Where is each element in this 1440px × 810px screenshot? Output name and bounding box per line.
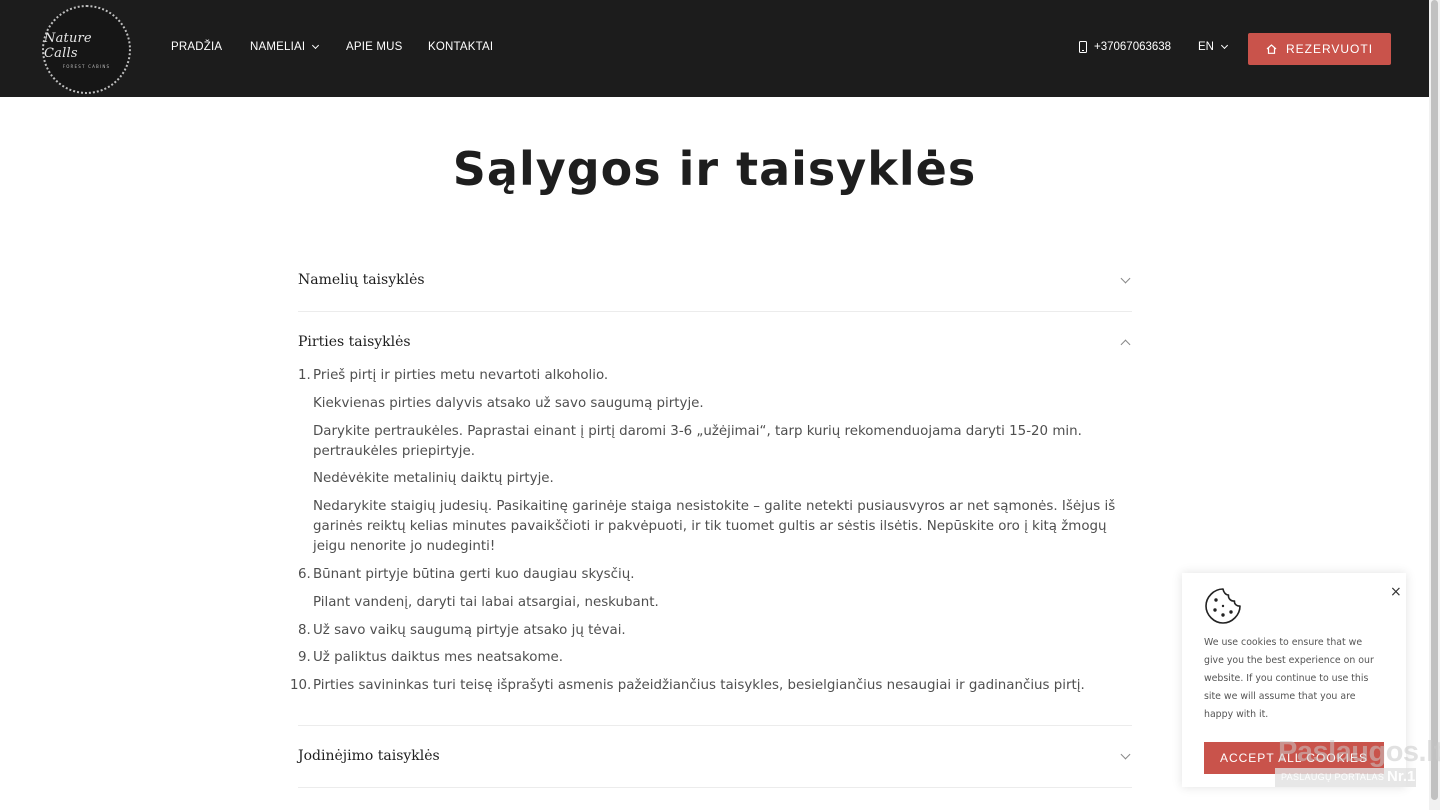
accordion-pirties-taisyklės[interactable]: Pirties taisyklės [298,334,1132,350]
list-number [298,422,313,462]
list-text: Būnant pirtyje būtina gerti kuo daugiau … [313,566,635,582]
scrollbar-thumb[interactable] [1431,0,1438,800]
close-icon[interactable]: × [1390,584,1402,600]
list-text: Nedarykite staigių judesių. Pasikaitinę … [313,499,1116,555]
accordion-header[interactable]: Jodinėjimo taisyklės [298,748,1132,764]
chevron-down-icon [1220,41,1229,49]
logo-title: Nature Calls [44,30,92,61]
list-text: Už savo vaikų saugumą pirtyje atsako jų … [313,622,626,638]
list-number [298,497,313,557]
chevron-down-icon [1120,749,1131,759]
language-label: EN [1198,41,1214,53]
reserve-button[interactable]: REZERVUOTI [1248,33,1391,65]
list-text: Prieš pirtį ir pirties metu nevartoti al… [313,368,609,383]
divider [298,787,1132,788]
scrollbar[interactable] [1429,0,1440,810]
nav-item-label: NAMELIAI [250,41,306,53]
logo[interactable]: Nature Calls FOREST CABINS [42,5,131,94]
chevron-down-icon [312,41,320,49]
cookie-message: We use cookies to ensure that we give yo… [1204,637,1374,720]
list-number: 1. [298,368,311,383]
watermark-subtitle: PASLAUGŲ PORTALAS [1281,772,1385,782]
list-item: Darykite pertraukėles. Paprastai einant … [298,422,1118,462]
list-item: Kiekvienas pirties dalyvis atsako už sav… [298,394,1118,414]
chevron-down-icon [1120,273,1131,283]
list-text: Už paliktus daiktus mes neatsakome. [313,650,563,666]
accordion-title: Pirties taisyklės [298,334,411,350]
list-item: 6. Būnant pirtyje būtina gerti kuo daugia… [298,565,1118,585]
cookie-icon [1205,588,1241,624]
list-number: 9. [298,650,311,666]
list-item: 1. Prieš pirtį ir pirties metu nevartoti … [298,366,1118,386]
accordion-jodinėjimo-taisyklės[interactable]: Jodinėjimo taisyklės [298,748,1132,764]
chevron-up-icon [1120,339,1131,349]
list-item: Nedarykite staigių judesių. Pasikaitinę … [298,497,1118,557]
accordion-namelių-taisyklės[interactable]: Namelių taisyklės [298,272,1132,288]
page-title: Sąlygos ir taisyklės [452,142,977,196]
list-item: 10. Pirties savininkas turi teisę išprašy… [290,676,1118,696]
nav-item-label: PRADŽIA [171,41,223,53]
list-text: Kiekvienas pirties dalyvis atsako už sav… [313,395,704,411]
logo-subtitle: FOREST CABINS [62,63,111,69]
list-item: Nedėvėkite metalinių daiktų pirtyje. [298,469,1118,489]
list-text: Darykite pertraukėles. Paprastai einant … [313,423,1082,459]
divider [298,311,1132,312]
list-text: Nedėvėkite metalinių daiktų pirtyje. [313,471,554,487]
list-number [298,593,313,613]
list-number: 10. [290,678,312,694]
nav-item-nameliai[interactable]: NAMELIAI [250,41,320,53]
phone-link[interactable]: +37067063638 [1079,41,1171,53]
list-number: 8. [298,622,311,638]
sauna-rules-list: 1. Prieš pirtį ir pirties metu nevartoti … [290,366,1118,704]
nav-item-label: KONTAKTAI [428,41,494,53]
mobile-phone-icon [1079,41,1087,53]
list-number: 6. [298,566,311,582]
accordion-title: Namelių taisyklės [298,272,425,288]
phone-number: +37067063638 [1094,41,1172,53]
nav-item-label: APIE MUS [346,41,403,53]
watermark-text: Paslaugos.lt [1278,736,1440,768]
list-item: 9. Už paliktus daiktus mes neatsakome. [298,648,1118,668]
accordion-title: Jodinėjimo taisyklės [298,748,440,764]
list-text: Pirties savininkas turi teisę išprašyti … [313,678,1085,694]
nav-item-kontaktai[interactable]: KONTAKTAI [428,41,493,53]
accordion-header[interactable]: Namelių taisyklės [298,272,1132,288]
watermark-badge: Nr.1 [1387,768,1416,785]
language-selector[interactable]: EN [1198,41,1229,53]
divider [298,725,1132,726]
list-number [298,394,313,414]
list-item: 8. Už savo vaikų saugumą pirtyje atsako j… [298,621,1118,641]
accordion-header[interactable]: Pirties taisyklės [298,334,1132,350]
nav-item-apie-mus[interactable]: APIE MUS [346,41,403,53]
site-header: Nature Calls FOREST CABINS PRADŽIA NAMEL… [0,0,1429,97]
list-item: Pilant vandenį, daryti tai labai atsargi… [298,593,1118,613]
nav-item-pradzia[interactable]: PRADŽIA [171,41,222,53]
list-text: Pilant vandenį, daryti tai labai atsargi… [313,594,659,610]
home-icon [1266,44,1277,54]
list-number [298,469,313,489]
watermark-logo: Paslaugos.lt PASLAUGŲ PORTALAS Nr.1 [1275,736,1440,788]
reserve-button-label: REZERVUOTI [1285,42,1374,56]
